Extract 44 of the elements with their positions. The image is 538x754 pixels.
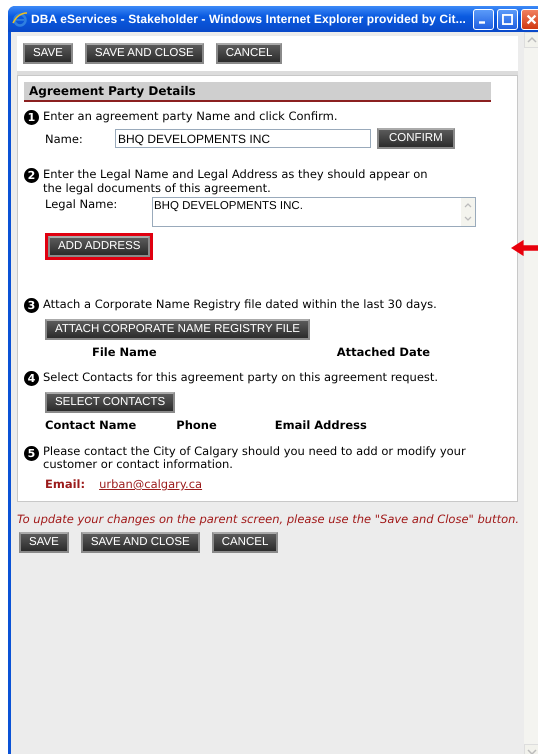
confirm-button[interactable]: CONFIRM [377, 128, 455, 149]
column-header: Attached Date [336, 345, 430, 359]
note-text: To update your changes on the parent screen, please use the "Save and Close" button. [17, 511, 518, 528]
close-icon [525, 12, 538, 26]
select-contacts-button[interactable]: SELECT CONTACTS [45, 392, 176, 413]
step-number: 3 [24, 298, 39, 313]
field-label: Name: [45, 132, 84, 146]
attach-file-button[interactable]: ATTACH CORPORATE NAME REGISTRY FILE [45, 319, 310, 340]
step-number: 5 [24, 446, 39, 461]
maximize-button[interactable] [497, 8, 518, 30]
field-label: Legal Name: [45, 197, 118, 211]
toolbar-button[interactable]: SAVE AND CLOSE [84, 43, 204, 64]
field-value: BHQ DEVELOPMENTS INC. [153, 199, 304, 214]
instruction-text: Enter the Legal Name and Legal Address as they should appear on the legal documents of this agreement. [43, 167, 428, 195]
column-header: File Name [92, 345, 157, 359]
legal-name-field[interactable]: BHQ DEVELOPMENTS INC. [152, 197, 476, 227]
instruction-text: Enter an agreement party Name and click Confirm. [43, 109, 338, 123]
step-number: 1 [24, 110, 39, 125]
toolbar-button[interactable]: SAVE [19, 532, 69, 553]
email-link[interactable]: urban@calgary.ca [99, 477, 202, 491]
toolbar-button[interactable]: SAVE [23, 43, 73, 64]
section-header: Agreement Party Details [24, 82, 491, 102]
scrollbar-icon [461, 198, 475, 226]
minimize-icon [479, 20, 485, 24]
minimize-button[interactable] [473, 8, 494, 30]
instruction-text: Select Contacts for this agreement party on this agreement request. [43, 370, 438, 384]
column-header: Email Address [274, 418, 367, 432]
toolbar-button[interactable]: SAVE AND CLOSE [80, 532, 200, 553]
browser-logo-icon [12, 11, 28, 27]
close-button[interactable] [521, 8, 538, 30]
arrow-icon [511, 238, 538, 258]
step-number: 2 [24, 168, 39, 183]
email-label: Email: [45, 477, 86, 491]
maximize-icon [501, 12, 514, 26]
instruction-text: Attach a Corporate Name Registry file dated within the last 30 days. [43, 297, 437, 311]
column-header: Phone [176, 418, 217, 432]
toolbar-button[interactable]: CANCEL [212, 532, 278, 553]
instruction-text: Please contact the City of Calgary should you need to add or modify your customer or contact information. [43, 445, 467, 471]
step-number: 4 [24, 371, 39, 386]
name-field[interactable]: BHQ DEVELOPMENTS INC [115, 129, 371, 148]
toolbar-button[interactable]: CANCEL [216, 43, 282, 64]
window-title: DBA eServices - Stakeholder - Windows Internet Explorer provided by Cit... [31, 12, 467, 26]
add-address-button[interactable]: ADD ADDRESS [48, 236, 150, 257]
column-header: Contact Name [45, 418, 136, 432]
